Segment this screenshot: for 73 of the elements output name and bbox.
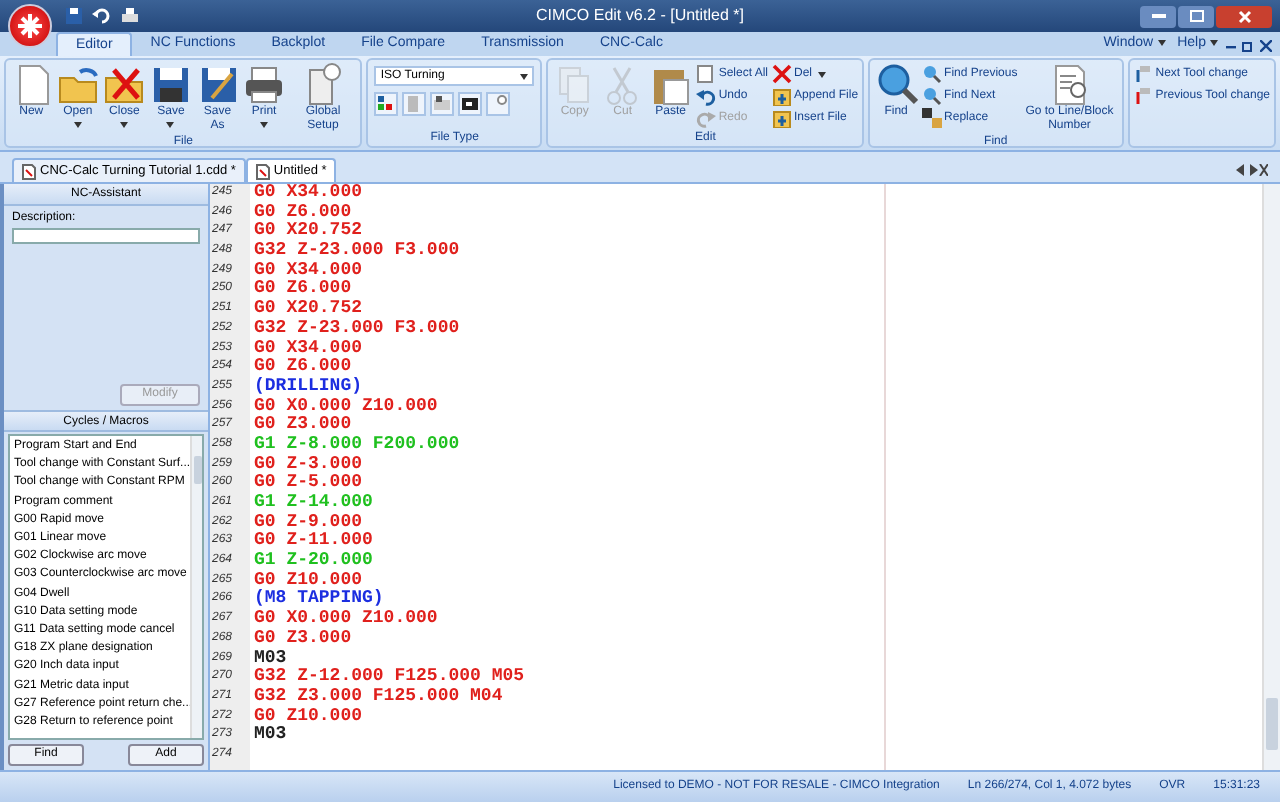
printer-icon[interactable] — [120, 6, 140, 26]
file-type-icon[interactable] — [430, 92, 455, 116]
caret-icon — [166, 122, 175, 128]
window-title: CIMCO Edit v6.2 - [Untitled *] — [533, 4, 747, 28]
close-icon[interactable] — [1260, 40, 1272, 52]
code-line: G1 Z-8.000 F200.000 — [252, 435, 460, 456]
caret-icon — [520, 73, 529, 79]
code-line: (M8 TAPPING) — [252, 590, 384, 610]
code-line: G0 X0.000 Z10.000 — [252, 397, 438, 416]
minimize-button[interactable] — [1140, 5, 1176, 27]
scrollbar[interactable] — [190, 436, 202, 738]
undo-icon[interactable] — [92, 6, 112, 26]
magnifier-icon — [874, 62, 919, 106]
replace-icon — [922, 108, 943, 128]
undo-icon — [696, 86, 717, 106]
insert-file-icon — [772, 108, 793, 128]
tab-navigation-icon[interactable] — [1236, 164, 1268, 176]
find-next-icon — [922, 86, 943, 106]
save-icon[interactable] — [64, 6, 84, 26]
code-line: G0 X20.752 — [252, 300, 363, 320]
code-line: G32 Z3.000 F125.000 M04 — [252, 687, 503, 708]
code-line: G0 Z-5.000 — [252, 474, 363, 494]
minimize-icon[interactable] — [1226, 40, 1236, 52]
code-line: G32 Z-23.000 F3.000 — [252, 242, 460, 262]
code-line: G0 Z10.000 — [252, 571, 363, 590]
caret-icon — [120, 122, 129, 128]
printer-icon — [242, 62, 287, 106]
caret-icon — [818, 71, 827, 77]
code-line: G0 Z3.000 — [252, 416, 352, 436]
code-line: G0 Z-11.000 — [252, 532, 373, 552]
document-icon — [255, 163, 270, 179]
maximize-button[interactable] — [1178, 5, 1214, 27]
redo-icon — [696, 108, 717, 128]
document-icon — [22, 163, 36, 179]
minimize-icon — [1151, 14, 1165, 18]
caret-icon — [1157, 40, 1166, 47]
scrollbar[interactable] — [1262, 184, 1280, 770]
folder-icon — [55, 62, 100, 106]
code-line: G0 X0.000 Z10.000 — [252, 610, 438, 630]
code-line: G0 X20.752 — [252, 222, 363, 242]
description-field[interactable] — [12, 228, 200, 244]
caret-icon — [73, 122, 82, 128]
code-line: G1 Z-14.000 — [252, 494, 373, 514]
caret-icon — [1210, 40, 1218, 47]
code-line: G0 Z6.000 — [252, 280, 352, 300]
restore-icon[interactable] — [1242, 40, 1254, 52]
code-line: (DRILLING) — [252, 377, 363, 398]
tool-down-icon — [1133, 64, 1154, 84]
select-all-icon — [696, 64, 717, 84]
code-line: M03 — [252, 726, 287, 746]
code-line: G0 Z6.000 — [252, 203, 352, 222]
maximize-icon — [1189, 10, 1203, 22]
close-icon — [1237, 9, 1251, 23]
code-line: M03 — [252, 649, 287, 668]
append-file-icon — [772, 86, 793, 106]
code-line: G0 X34.000 — [252, 339, 363, 358]
code-line: G0 Z6.000 — [252, 358, 352, 377]
code-line: G32 Z-12.000 F125.000 M05 — [252, 668, 525, 688]
file-type-icon[interactable] — [458, 92, 483, 116]
code-line: G0 X34.000 — [252, 184, 363, 204]
code-line: G32 Z-23.000 F3.000 — [252, 319, 460, 340]
code-line: G0 X34.000 — [252, 261, 363, 280]
code-line: G1 Z-20.000 — [252, 552, 373, 572]
tool-up-icon — [1133, 86, 1154, 106]
caret-icon — [260, 122, 269, 128]
code-line: G0 Z-3.000 — [252, 455, 363, 474]
find-previous-icon — [922, 64, 943, 84]
code-line: G0 Z10.000 — [252, 707, 363, 726]
close-button[interactable] — [1216, 5, 1272, 27]
code-line: G0 Z-9.000 — [252, 513, 363, 532]
app-logo-icon[interactable] — [8, 4, 52, 48]
delete-icon — [772, 64, 793, 84]
code-line: G0 Z3.000 — [252, 629, 352, 650]
